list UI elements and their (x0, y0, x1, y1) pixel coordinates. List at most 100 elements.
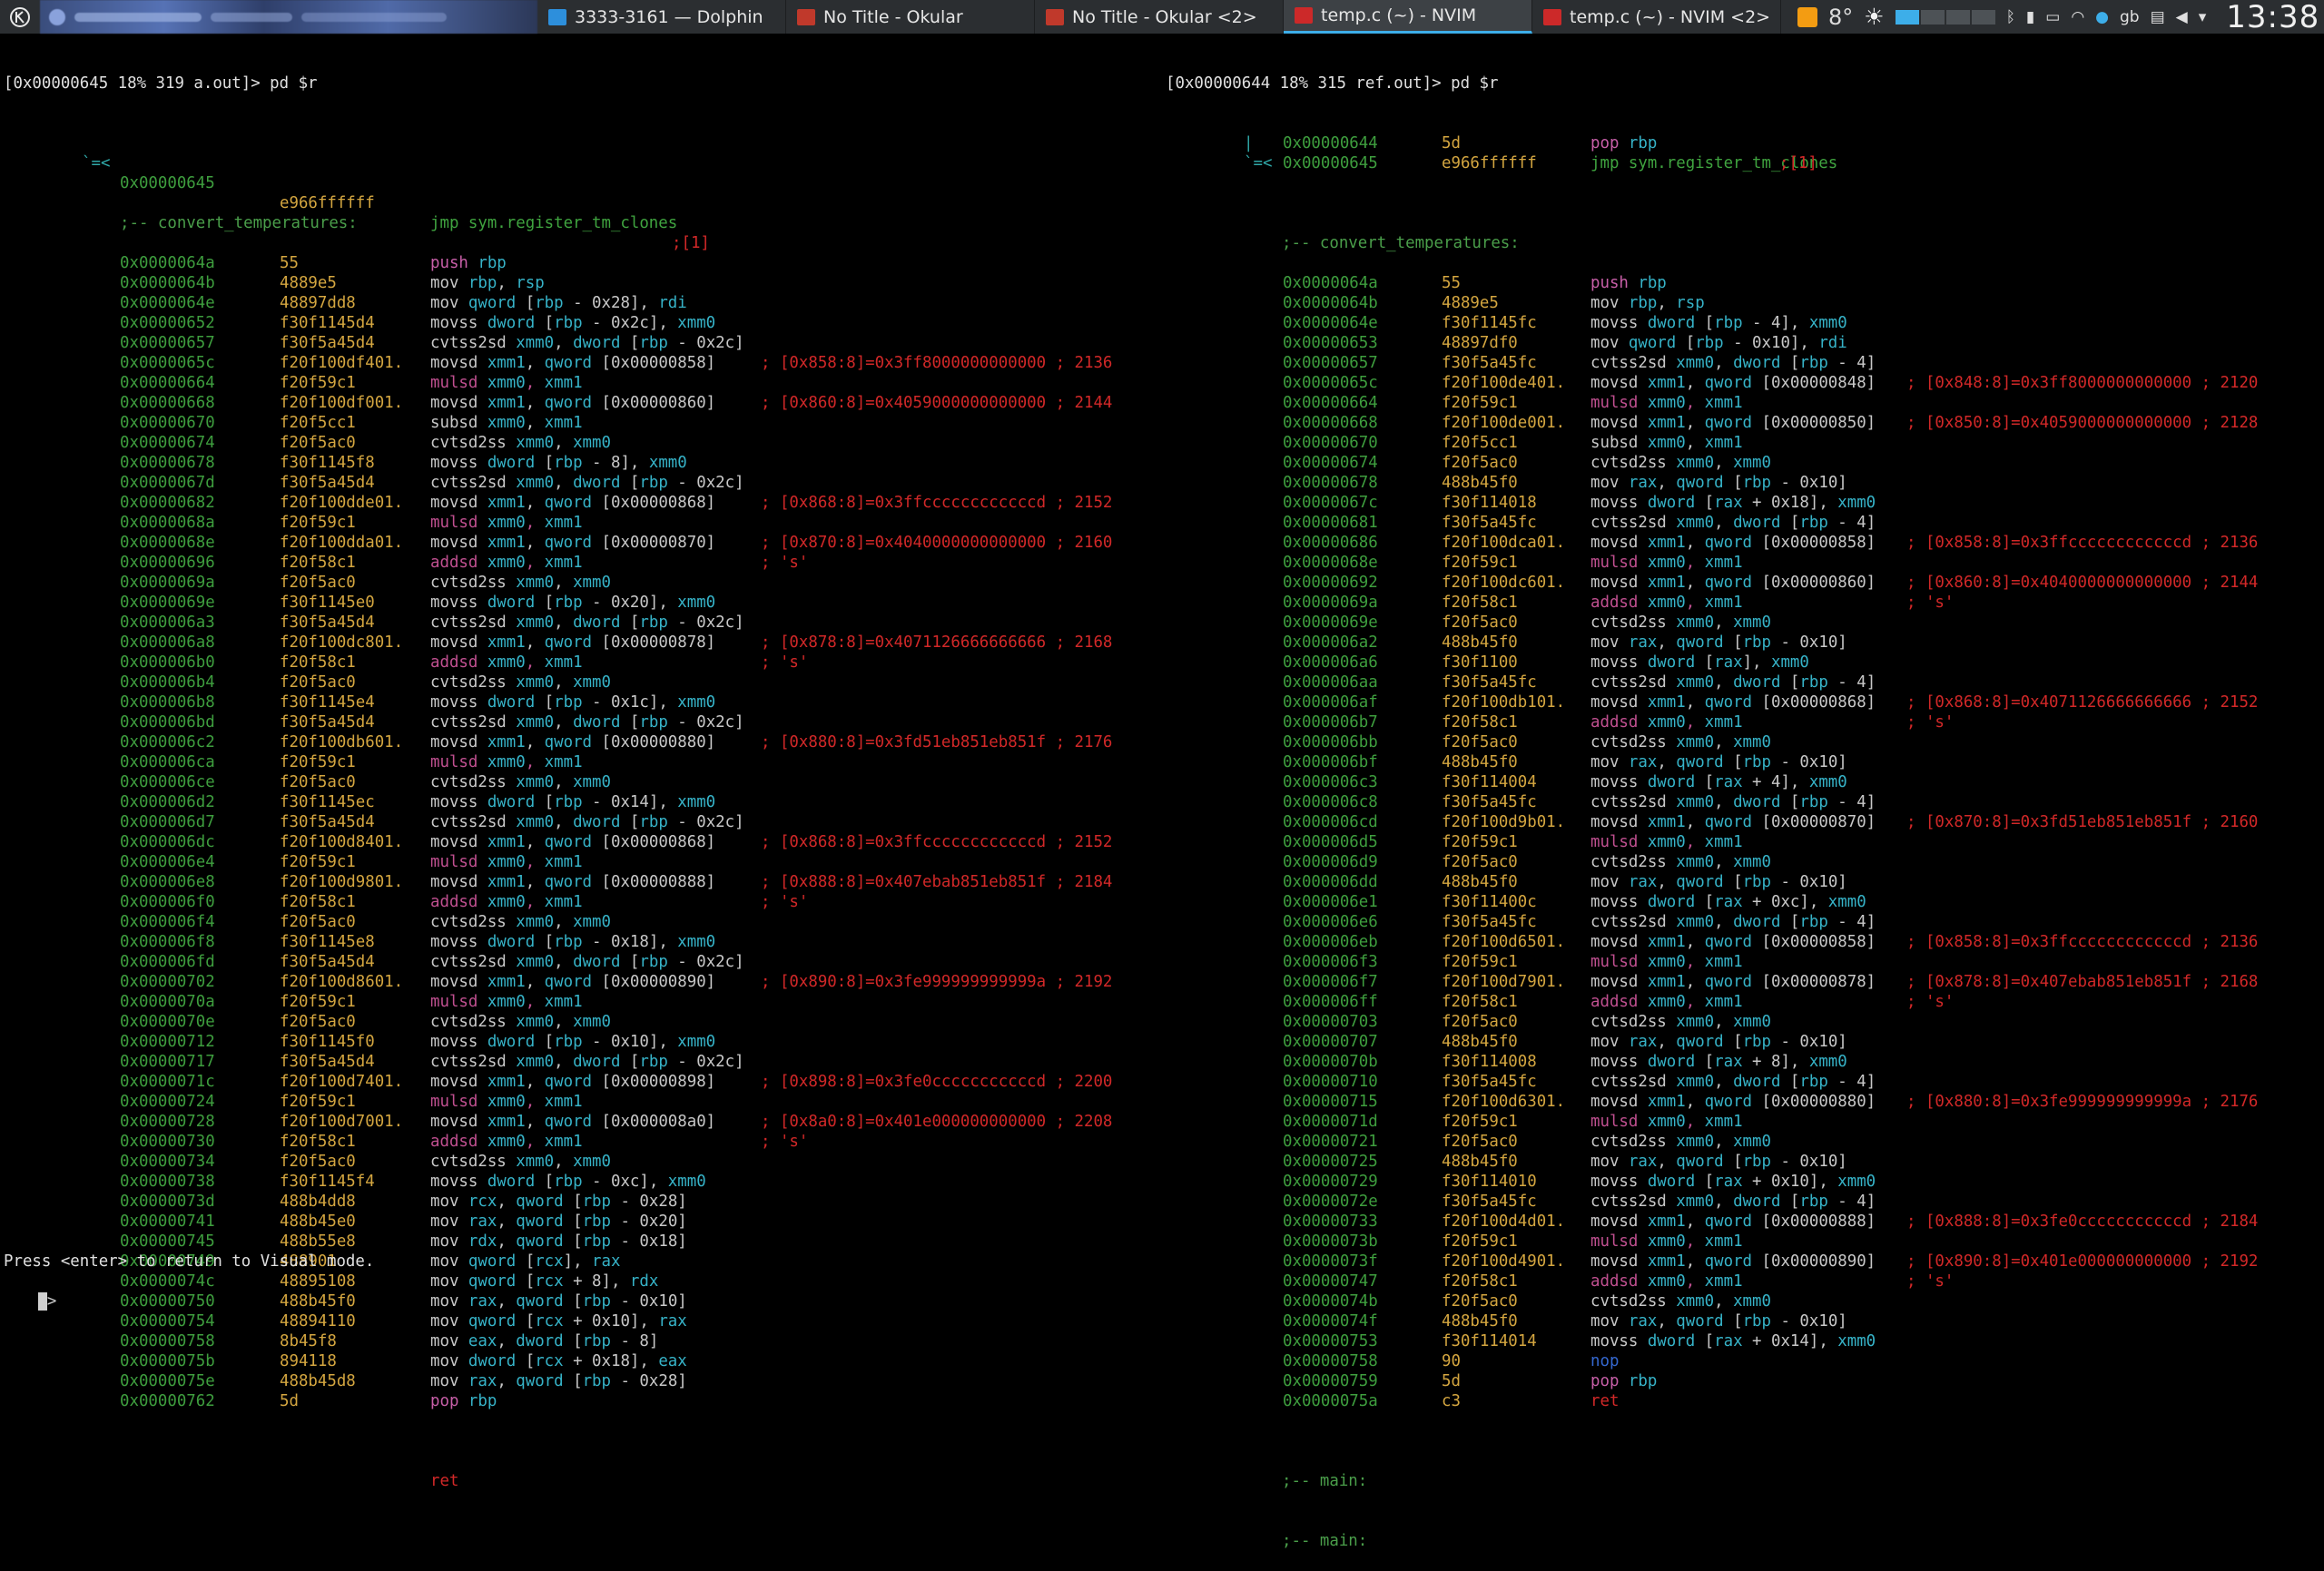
address: 0x00000652 (120, 314, 215, 332)
register: xmm0 (487, 1093, 526, 1111)
task-label: temp.c (~) - NVIM (1321, 5, 1477, 25)
disasm-row: 0x000006ca f20f59c1 mulsd xmm0, xmm1 (0, 752, 1162, 772)
size-keyword: qword (544, 833, 593, 851)
right-terminal-pane[interactable]: [0x00000644 18% 315 ref.out]> pd $r | 0x0… (1162, 34, 2324, 1550)
size-keyword: dword (487, 1173, 536, 1191)
register: xmm0 (1837, 1332, 1876, 1350)
instruction: cvtsd2ss xmm0, xmm0 (430, 574, 611, 592)
desktop-3[interactable] (1945, 9, 1970, 25)
disassembly-listing: 0x0000064a 55 push rbp 0x0000064b 4889e5 mov … (1162, 273, 2324, 1411)
rss-feed-icon[interactable] (1797, 6, 1817, 27)
opcode-bytes: 5d (1442, 1372, 1461, 1390)
comment: ; [0x878:8]=0x4071126666666666 ; 2168 (761, 633, 1113, 652)
comment: ; [0x870:8]=0x4040000000000000 ; 2160 (761, 534, 1113, 552)
clipboard-icon[interactable]: ▤ (2151, 8, 2165, 26)
command-line[interactable]: > (0, 1272, 56, 1331)
instruction: mov qword [rcx + 8], rdx (430, 1272, 659, 1291)
disasm-row: 0x00000758 8b45f8 mov eax, dword [rbp - 8] (0, 1331, 1162, 1351)
blurred-text (74, 12, 202, 22)
task-button[interactable]: temp.c (~) - NVIM (1284, 0, 1532, 34)
virtual-desktop-pager[interactable] (1895, 9, 1995, 25)
instruction: movsd xmm1, qword [0x00000888] (1590, 1213, 1876, 1231)
address: 0x00000717 (120, 1053, 215, 1071)
address: 0x00000674 (1283, 454, 1378, 472)
disasm-row: 0x000006bb f20f5ac0 cvtsd2ss xmm0, xmm0 (1162, 732, 2324, 752)
size-keyword: qword (1704, 414, 1753, 432)
left-terminal-pane[interactable]: [0x00000645 18% 319 a.out]> pd $r `=< 0x… (0, 34, 1162, 1490)
disasm-row: 0x0000070a f20f59c1 mulsd xmm0, xmm1 (0, 992, 1162, 1012)
tray-expand-arrow-icon[interactable]: ▾ (2199, 8, 2207, 26)
desktop-1[interactable] (1895, 9, 1919, 25)
register: xmm0 (1733, 1013, 1771, 1031)
size-keyword: qword (544, 973, 593, 991)
opcode-bytes: f20f59c1 (1442, 394, 1518, 412)
register: rbp (639, 953, 668, 971)
wifi-icon[interactable]: ◠ (2071, 8, 2084, 26)
register: rsp (516, 274, 545, 292)
disasm-row: 0x00000724 f20f59c1 mulsd xmm0, xmm1 (0, 1092, 1162, 1112)
weather-sun-icon[interactable]: ☀ (1864, 4, 1884, 30)
address: 0x000006e8 (120, 873, 215, 891)
register: xmm0 (573, 574, 611, 592)
address: 0x0000070a (120, 993, 215, 1011)
disasm-row: 0x000006d7 f30f5a45d4 cvtss2sd xmm0, dword… (0, 812, 1162, 832)
task-button[interactable]: temp.c (~) - NVIM <2> (1532, 0, 1781, 34)
r2-prompt: [0x00000645 18% 319 a.out]> pd $r (4, 74, 318, 93)
register: xmm0 (1676, 1013, 1715, 1031)
task-label: 3333-3161 — Dolphin (575, 6, 763, 27)
opcode-bytes: f20f59c1 (1442, 1232, 1518, 1251)
temperature-label[interactable]: 8° (1828, 5, 1853, 30)
instruction: movsd xmm1, qword [0x00000860] (1590, 574, 1876, 592)
address: 0x000006f3 (1283, 953, 1378, 971)
size-keyword: qword (1676, 1312, 1724, 1330)
opcode-bytes: 5d (280, 1392, 299, 1410)
opcode-bytes: 55 (280, 254, 299, 272)
jump-arrow: `=< (1244, 154, 1273, 172)
bluetooth-icon[interactable]: ᛒ (2006, 8, 2015, 26)
opcode-bytes: f30f5a45fc (1442, 1073, 1537, 1091)
address: 0x00000753 (1283, 1332, 1378, 1350)
comment: ; [0x870:8]=0x3fd51eb851eb851f ; 2160 (1906, 813, 2259, 831)
opcode-bytes: f20f100db101. (1442, 693, 1566, 712)
register: xmm0 (487, 753, 526, 771)
register: rax (468, 1213, 497, 1231)
register: rax (1714, 653, 1743, 672)
register: rsp (1676, 294, 1705, 312)
updates-icon[interactable]: ● (2095, 8, 2109, 26)
opcode-bytes: f20f5ac0 (280, 1153, 356, 1171)
disasm-row: 0x000006b0 f20f58c1 addsd xmm0, xmm1 ; 's' (0, 653, 1162, 673)
task-button[interactable]: 3333-3161 — Dolphin (537, 0, 786, 34)
disasm-row: 0x0000067d f30f5a45d4 cvtss2sd xmm0, dword… (0, 473, 1162, 493)
instruction: pop rbp (430, 1392, 497, 1410)
disasm-row: 0x0000074c 48895108 mov qword [rcx + 8], r… (0, 1272, 1162, 1291)
desktop-4[interactable] (1971, 9, 1995, 25)
opcode-bytes: f20f5ac0 (1442, 454, 1518, 472)
register: xmm1 (487, 833, 526, 851)
size-keyword: dword (573, 1053, 621, 1071)
opcode-bytes: f30f5a45d4 (280, 813, 375, 831)
digital-clock[interactable]: 13:38 (2226, 0, 2319, 35)
desktop-2[interactable] (1920, 9, 1945, 25)
disasm-row: 0x0000064a 55 push rbp (0, 253, 1162, 273)
size-keyword: dword (1733, 1193, 1781, 1211)
opcode-bytes: 488b45d8 (280, 1372, 356, 1390)
keyboard-layout-label[interactable]: gb (2120, 8, 2140, 26)
disasm-row: 0x000006d5 f20f59c1 mulsd xmm0, xmm1 (1162, 832, 2324, 852)
task-button[interactable]: No Title - Okular (786, 0, 1035, 34)
register: xmm0 (487, 853, 526, 871)
device-notifier-icon[interactable]: ▮ (2026, 8, 2034, 26)
register: rbp (554, 933, 583, 951)
register: rax (1628, 474, 1658, 492)
register: rax (1628, 1153, 1658, 1171)
opcode-bytes: f30f5a45d4 (280, 474, 375, 492)
address: 0x000006e6 (1283, 913, 1378, 931)
battery-icon[interactable]: ▭ (2045, 8, 2060, 26)
address: 0x000006a8 (120, 633, 215, 652)
address: 0x000006ca (120, 753, 215, 771)
task-button[interactable]: No Title - Okular <2> (1035, 0, 1284, 34)
volume-icon[interactable]: ◀ (2176, 8, 2188, 26)
address: 0x00000664 (120, 374, 215, 392)
application-launcher-button[interactable] (0, 0, 40, 34)
size-keyword: qword (1704, 574, 1753, 592)
disasm-row: 0x00000702 f20f100d8601. movsd xmm1, qword… (0, 972, 1162, 992)
